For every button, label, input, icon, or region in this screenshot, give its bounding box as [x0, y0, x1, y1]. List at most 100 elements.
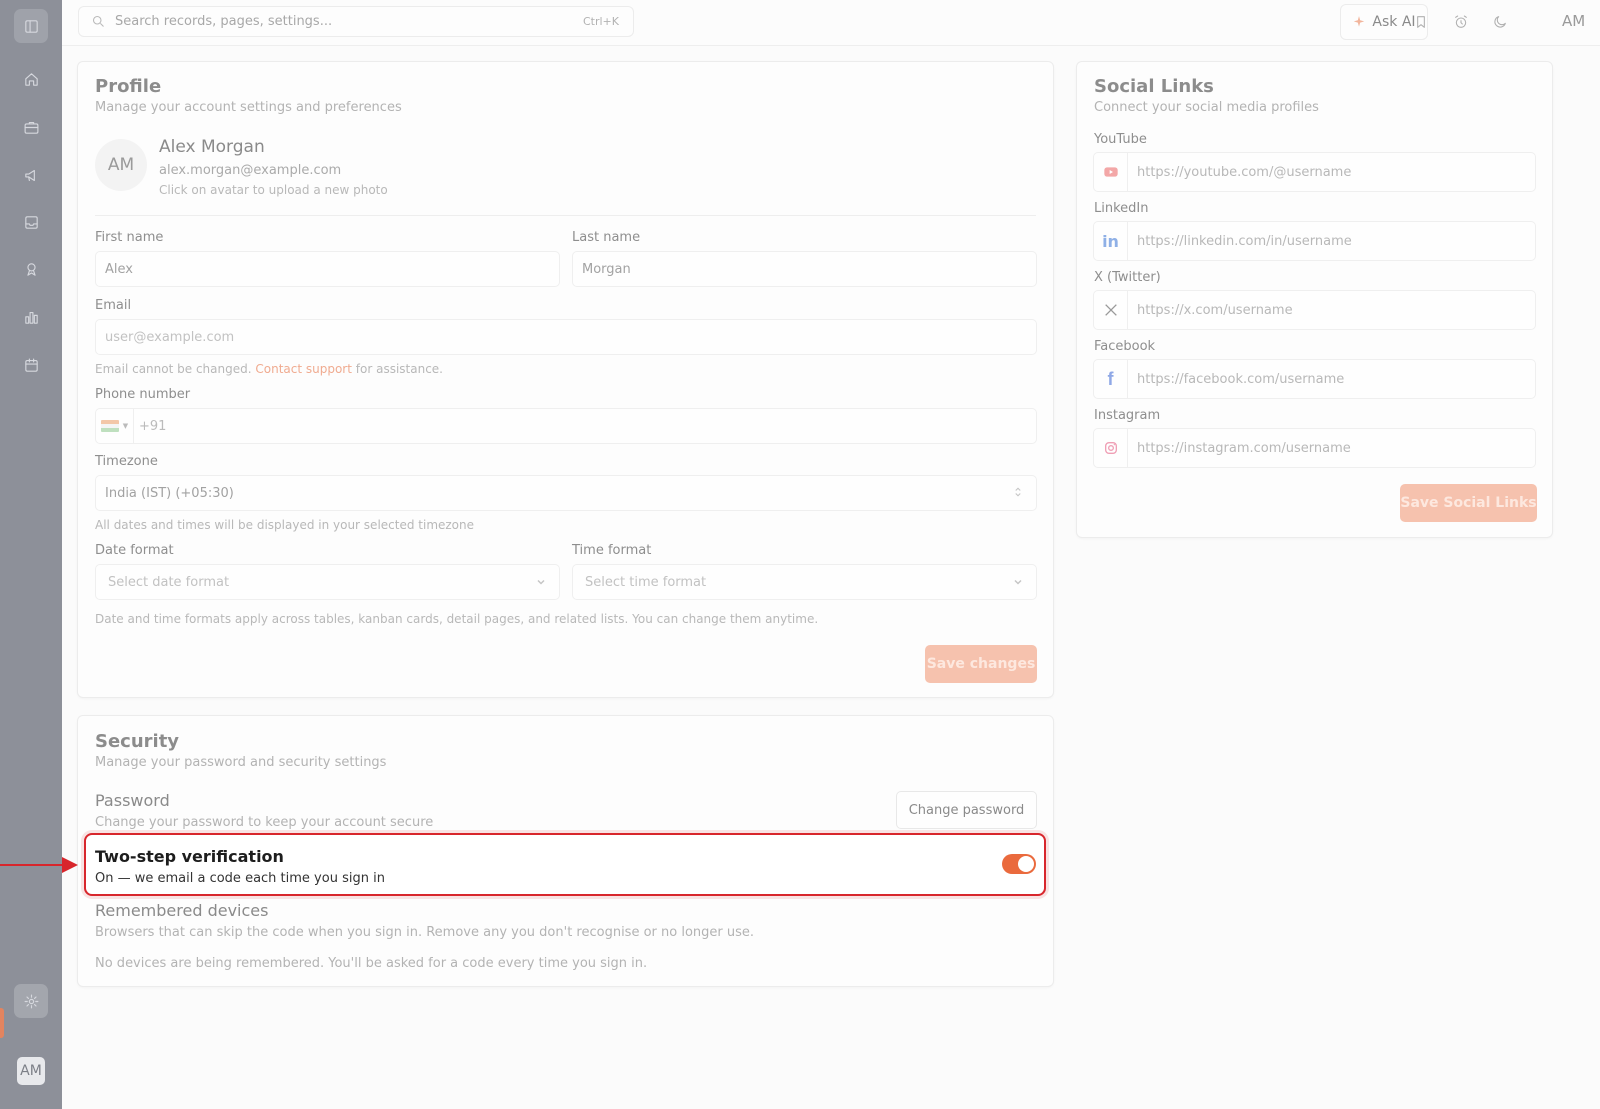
security-title: Security	[95, 731, 180, 752]
two-step-title: Two-step verification	[95, 847, 284, 866]
date-format-placeholder: Select date format	[108, 574, 230, 590]
time-format-select[interactable]: Select time format	[572, 564, 1037, 600]
date-format-select[interactable]: Select date format	[95, 564, 560, 600]
chart-icon[interactable]	[14, 300, 48, 334]
search-input[interactable]	[115, 14, 583, 29]
profile-subtitle: Manage your account settings and prefere…	[95, 100, 402, 115]
active-indicator	[0, 1008, 4, 1038]
chevron-down-icon	[535, 576, 547, 588]
remembered-devices-empty: No devices are being remembered. You'll …	[95, 956, 648, 971]
timezone-help: All dates and times will be displayed in…	[95, 518, 475, 532]
sparkle-icon	[1354, 16, 1365, 27]
sidebar-avatar[interactable]: AM	[17, 1057, 45, 1085]
instagram-input[interactable]: https://instagram.com/username	[1093, 428, 1536, 468]
timezone-label: Timezone	[95, 454, 158, 469]
sidebar: AM	[0, 0, 62, 1109]
youtube-icon	[1094, 153, 1128, 191]
email-help-prefix: Email cannot be changed.	[95, 362, 252, 376]
linkedin-input[interactable]: in https://linkedin.com/in/username	[1093, 221, 1536, 261]
email-help-suffix: for assistance.	[355, 362, 443, 376]
pointer-arrow-line	[0, 864, 64, 866]
calendar-icon[interactable]	[14, 348, 48, 382]
search-shortcut: Ctrl+K	[582, 15, 619, 28]
social-links-card: Social Links Connect your social media p…	[1076, 61, 1553, 538]
timezone-select[interactable]: India (IST) (+05:30)	[95, 475, 1037, 511]
two-step-verification-row: Two-step verification On — we email a co…	[84, 833, 1046, 896]
phone-label: Phone number	[95, 387, 191, 402]
first-name-label: First name	[95, 230, 164, 245]
updown-chevron-icon	[1012, 486, 1024, 498]
search-icon	[92, 15, 104, 27]
alarm-clock-icon[interactable]	[1451, 12, 1471, 32]
settings-icon[interactable]	[14, 984, 48, 1018]
megaphone-icon[interactable]	[14, 158, 48, 192]
linkedin-label: LinkedIn	[1094, 201, 1149, 216]
avatar-upload-hint: Click on avatar to upload a new photo	[159, 183, 388, 197]
date-format-label: Date format	[95, 543, 174, 558]
moon-icon[interactable]	[1490, 12, 1510, 32]
x-twitter-icon	[1094, 291, 1128, 329]
sidebar-toggle-icon[interactable]	[14, 9, 48, 43]
first-name-input[interactable]: Alex	[95, 251, 560, 287]
toggle-knob	[1018, 856, 1034, 872]
facebook-input[interactable]: f https://facebook.com/username	[1093, 359, 1536, 399]
user-avatar[interactable]: AM	[1562, 12, 1585, 30]
youtube-placeholder: https://youtube.com/@username	[1137, 164, 1352, 180]
contact-support-link[interactable]: Contact support	[255, 362, 352, 376]
password-title: Password	[95, 791, 170, 810]
award-icon[interactable]	[14, 252, 48, 286]
security-subtitle: Manage your password and security settin…	[95, 755, 387, 770]
email-help: Email cannot be changed. Contact support…	[95, 362, 443, 376]
password-subtitle: Change your password to keep your accoun…	[95, 815, 434, 830]
remembered-devices-subtitle: Browsers that can skip the code when you…	[95, 925, 755, 940]
youtube-label: YouTube	[1094, 132, 1147, 147]
email-label: Email	[95, 298, 132, 313]
main-content: Ctrl+K Ask AI AM Profile Manage your acc…	[62, 0, 1600, 1109]
x-twitter-placeholder: https://x.com/username	[1137, 302, 1293, 318]
time-format-label: Time format	[572, 543, 652, 558]
profile-name: Alex Morgan	[159, 137, 265, 157]
youtube-input[interactable]: https://youtube.com/@username	[1093, 152, 1536, 192]
phone-code: +91	[139, 418, 167, 434]
facebook-placeholder: https://facebook.com/username	[1137, 371, 1345, 387]
two-step-toggle[interactable]	[1002, 854, 1036, 874]
time-format-placeholder: Select time format	[585, 574, 707, 590]
remembered-devices-title: Remembered devices	[95, 901, 269, 920]
x-twitter-label: X (Twitter)	[1094, 270, 1161, 285]
briefcase-icon[interactable]	[14, 110, 48, 144]
profile-title: Profile	[95, 76, 162, 97]
chevron-down-icon	[1012, 576, 1024, 588]
email-field[interactable]: user@example.com	[95, 319, 1037, 355]
last-name-input[interactable]: Morgan	[572, 251, 1037, 287]
linkedin-placeholder: https://linkedin.com/in/username	[1137, 233, 1352, 249]
format-help: Date and time formats apply across table…	[95, 612, 819, 626]
profile-divider	[95, 215, 1036, 216]
instagram-icon	[1094, 429, 1128, 467]
facebook-icon: f	[1094, 360, 1128, 398]
timezone-value: India (IST) (+05:30)	[105, 485, 234, 501]
home-icon[interactable]	[14, 62, 48, 96]
search-box[interactable]: Ctrl+K	[78, 6, 634, 37]
change-password-button[interactable]: Change password	[896, 791, 1037, 829]
caret-down-icon: ▼	[122, 422, 129, 430]
save-changes-button[interactable]: Save changes	[925, 645, 1037, 683]
facebook-label: Facebook	[1094, 339, 1156, 354]
profile-card: Profile Manage your account settings and…	[77, 61, 1054, 698]
india-flag-icon	[100, 420, 119, 432]
inbox-icon[interactable]	[14, 205, 48, 239]
ask-ai-label: Ask AI	[1372, 14, 1416, 30]
topbar: Ctrl+K Ask AI AM	[62, 0, 1600, 46]
instagram-label: Instagram	[1094, 408, 1161, 423]
social-subtitle: Connect your social media profiles	[1094, 100, 1319, 115]
linkedin-icon: in	[1094, 222, 1128, 260]
last-name-label: Last name	[572, 230, 641, 245]
two-step-subtitle: On — we email a code each time you sign …	[95, 871, 385, 886]
bookmark-icon[interactable]	[1411, 12, 1431, 32]
country-selector[interactable]: ▼	[96, 409, 134, 443]
profile-avatar[interactable]: AM	[95, 139, 147, 191]
save-social-links-button[interactable]: Save Social Links	[1400, 484, 1537, 522]
instagram-placeholder: https://instagram.com/username	[1137, 440, 1351, 456]
phone-input[interactable]: ▼ +91	[95, 408, 1037, 444]
profile-email: alex.morgan@example.com	[159, 163, 342, 178]
x-twitter-input[interactable]: https://x.com/username	[1093, 290, 1536, 330]
